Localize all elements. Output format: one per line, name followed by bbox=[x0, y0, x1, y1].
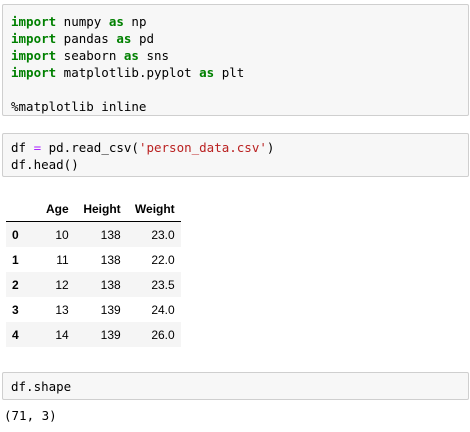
cell-weight: 22.0 bbox=[151, 252, 175, 267]
cell-age: 12 bbox=[55, 277, 69, 292]
table-row: 4 14 139 26.0 bbox=[6, 322, 181, 347]
keyword-as: as bbox=[199, 65, 215, 80]
code-line-import-matplotlib: import matplotlib.pyplot as plt bbox=[3, 64, 468, 81]
cell-weight: 26.0 bbox=[151, 327, 175, 342]
function-call: pd.read_csv( bbox=[41, 140, 139, 155]
table-row: 2 12 138 23.5 bbox=[6, 272, 181, 297]
closing-paren: ) bbox=[266, 140, 275, 155]
cell-age: 11 bbox=[56, 252, 69, 267]
magic-command: %matplotlib inline bbox=[11, 99, 147, 114]
cell-weight: 23.0 bbox=[151, 227, 175, 242]
cell-age: 13 bbox=[55, 302, 69, 317]
shape-call: df.shape bbox=[11, 379, 72, 394]
keyword-import: import bbox=[11, 65, 57, 80]
shape-output: (71, 3) bbox=[4, 408, 57, 423]
table-row: 0 10 138 23.0 bbox=[6, 221, 181, 247]
head-call: df.head() bbox=[11, 157, 79, 172]
row-index: 3 bbox=[12, 302, 19, 317]
dataframe-output-table: Age Height Weight 0 10 138 23.0 1 11 138… bbox=[6, 197, 181, 347]
table-row: 1 11 138 22.0 bbox=[6, 247, 181, 272]
row-index: 0 bbox=[12, 227, 19, 242]
keyword-import: import bbox=[11, 31, 57, 46]
module-name: pandas bbox=[56, 31, 117, 46]
code-line-shape: df.shape bbox=[3, 378, 468, 395]
code-line-head: df.head() bbox=[3, 156, 468, 173]
code-cell-shape[interactable]: df.shape bbox=[2, 372, 469, 400]
cell-height: 138 bbox=[100, 277, 121, 292]
code-line-read-csv: df = pd.read_csv('person_data.csv') bbox=[3, 139, 468, 156]
keyword-as: as bbox=[123, 48, 139, 63]
code-line-import-pandas: import pandas as pd bbox=[3, 30, 468, 47]
column-header-height: Height bbox=[74, 197, 127, 222]
code-line-import-numpy: import numpy as np bbox=[3, 13, 468, 30]
module-name: seaborn bbox=[56, 48, 124, 63]
keyword-as: as bbox=[108, 14, 124, 29]
keyword-as: as bbox=[116, 31, 132, 46]
row-index: 4 bbox=[12, 327, 19, 342]
cell-age: 10 bbox=[55, 227, 69, 242]
keyword-import: import bbox=[11, 48, 57, 63]
module-name: numpy bbox=[56, 14, 109, 29]
module-alias: plt bbox=[214, 65, 245, 80]
string-literal: 'person_data.csv' bbox=[138, 140, 267, 155]
code-cell-imports[interactable]: import numpy as np import pandas as pd i… bbox=[2, 4, 469, 116]
row-index: 2 bbox=[12, 277, 19, 292]
code-line-blank bbox=[3, 81, 468, 98]
cell-height: 138 bbox=[100, 252, 121, 267]
module-alias: pd bbox=[131, 31, 155, 46]
keyword-import: import bbox=[11, 14, 57, 29]
code-line-magic: %matplotlib inline bbox=[3, 98, 468, 115]
column-header-weight: Weight bbox=[126, 197, 181, 222]
code-cell-read-csv[interactable]: df = pd.read_csv('person_data.csv') df.h… bbox=[2, 133, 469, 177]
table-row: 3 13 139 24.0 bbox=[6, 297, 181, 322]
cell-weight: 23.5 bbox=[151, 277, 175, 292]
index-header bbox=[6, 197, 33, 222]
column-header-age: Age bbox=[32, 197, 75, 222]
cell-age: 14 bbox=[55, 327, 69, 342]
module-alias: np bbox=[123, 14, 147, 29]
module-name: matplotlib.pyplot bbox=[56, 65, 200, 80]
cell-height: 139 bbox=[100, 302, 121, 317]
code-line-import-seaborn: import seaborn as sns bbox=[3, 47, 468, 64]
cell-height: 138 bbox=[100, 227, 121, 242]
cell-height: 139 bbox=[100, 327, 121, 342]
module-alias: sns bbox=[138, 48, 170, 63]
variable-name: df bbox=[11, 140, 34, 155]
table-header-row: Age Height Weight bbox=[6, 197, 181, 222]
cell-weight: 24.0 bbox=[151, 302, 175, 317]
assignment-operator: = bbox=[33, 140, 42, 155]
row-index: 1 bbox=[12, 252, 19, 267]
